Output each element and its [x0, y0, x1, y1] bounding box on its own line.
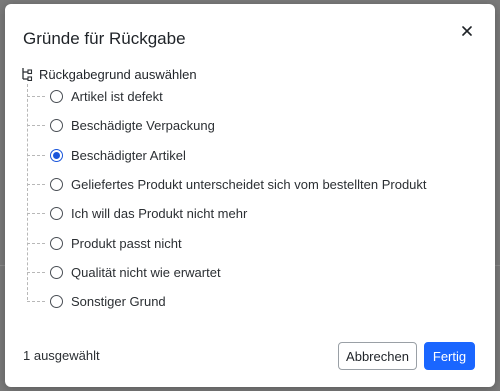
tree-branch-line [27, 124, 45, 126]
cancel-button[interactable]: Abbrechen [338, 342, 417, 370]
dialog-title: Gründe für Rückgabe [23, 29, 186, 48]
radio-option[interactable]: Produkt passt nicht [27, 233, 182, 253]
radio-option[interactable]: Ich will das Produkt nicht mehr [27, 203, 247, 223]
group-label: Rückgabegrund auswählen [39, 66, 197, 82]
tree-branch-line [27, 242, 45, 244]
radio-option[interactable]: Qualität nicht wie erwartet [27, 262, 221, 282]
radio-option[interactable]: Beschädigter Artikel [27, 145, 186, 165]
radio-option-label: Sonstiger Grund [71, 293, 166, 309]
tree-icon [22, 68, 33, 81]
radio-button[interactable] [50, 206, 63, 220]
radio-button[interactable] [50, 265, 63, 279]
radio-button-checked[interactable] [50, 148, 63, 162]
close-button[interactable] [457, 21, 477, 41]
radio-option-label: Beschädigte Verpackung [71, 117, 215, 133]
radio-button[interactable] [50, 177, 63, 191]
radio-option-label: Artikel ist defekt [71, 88, 163, 104]
radio-option[interactable]: Sonstiger Grund [27, 291, 166, 311]
tree-branch-line [27, 271, 45, 273]
radio-option[interactable]: Geliefertes Produkt unterscheidet sich v… [27, 174, 427, 194]
radio-option-label: Produkt passt nicht [71, 235, 182, 251]
tree-branch-line [27, 300, 45, 302]
close-icon [462, 26, 472, 36]
return-reasons-dialog: Gründe für Rückgabe Rückgabegrund auswäh… [5, 4, 495, 387]
tree-branch-line [27, 212, 45, 214]
radio-option-label: Ich will das Produkt nicht mehr [71, 205, 248, 221]
tree-branch-line [27, 95, 45, 97]
radio-button[interactable] [50, 294, 63, 308]
done-button[interactable]: Fertig [424, 342, 475, 370]
radio-option-label: Beschädigter Artikel [71, 147, 186, 163]
group-header: Rückgabegrund auswählen [21, 66, 197, 82]
radio-button[interactable] [50, 118, 63, 132]
tree-branch-line [27, 154, 45, 156]
radio-option[interactable]: Artikel ist defekt [27, 86, 163, 106]
radio-button[interactable] [50, 89, 63, 103]
radio-button[interactable] [50, 236, 63, 250]
tree-branch-line [27, 183, 45, 185]
radio-option-label: Geliefertes Produkt unterscheidet sich v… [71, 176, 427, 192]
radio-option-label: Qualität nicht wie erwartet [71, 264, 221, 280]
selection-count: 1 ausgewählt [23, 348, 100, 363]
radio-option[interactable]: Beschädigte Verpackung [27, 115, 215, 135]
